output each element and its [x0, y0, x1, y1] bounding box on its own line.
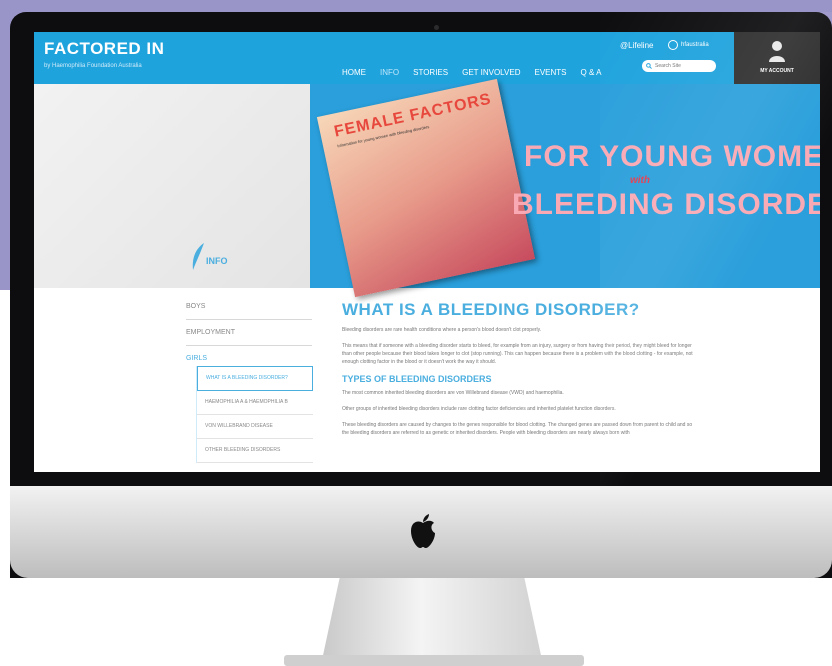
main-nav: HOME INFO STORIES GET INVOLVED EVENTS Q …: [342, 68, 601, 77]
hfa-link[interactable]: hfaustralia: [668, 40, 709, 50]
sidebar-item-employment[interactable]: EMPLOYMENT: [186, 320, 312, 346]
article-paragraph: Other groups of inherited bleeding disor…: [342, 406, 616, 412]
hero-headline-with: with: [630, 175, 650, 186]
hfa-logo-icon: [668, 40, 678, 50]
site-header: FACTORED IN by Haemophilia Foundation Au…: [34, 32, 820, 84]
subnav-item-other[interactable]: OTHER BLEEDING DISORDERS: [197, 439, 313, 463]
article-paragraph: This means that if someone with a bleedi…: [342, 343, 693, 365]
site-logo[interactable]: FACTORED IN: [44, 39, 164, 59]
sidebar-subnav: WHAT IS A BLEEDING DISORDER? HAEMOPHILIA…: [196, 366, 313, 463]
section-label: INFO: [206, 256, 228, 266]
search-box: [642, 60, 716, 72]
nav-events[interactable]: EVENTS: [534, 68, 566, 77]
lifeline-label: Lifeline: [628, 41, 654, 50]
sidebar-item-boys[interactable]: BOYS: [186, 294, 312, 320]
nav-qa[interactable]: Q & A: [581, 68, 602, 77]
monitor-stand: [322, 578, 542, 660]
site-tagline: by Haemophilia Foundation Australia: [44, 63, 142, 69]
hfa-label: hfaustralia: [681, 42, 709, 48]
hero-left-panel: [34, 84, 310, 288]
nav-info[interactable]: INFO: [380, 68, 399, 77]
feather-icon: [192, 243, 204, 270]
hero-headline-line1: FOR YOUNG WOMEN: [524, 140, 820, 173]
nav-home[interactable]: HOME: [342, 68, 366, 77]
article-paragraph: These bleeding disorders are caused by c…: [342, 422, 693, 436]
subnav-item-what-is[interactable]: WHAT IS A BLEEDING DISORDER?: [197, 366, 313, 391]
search-input[interactable]: [652, 61, 707, 71]
lifeline-link[interactable]: @Lifeline: [620, 41, 653, 50]
article-intro: Bleeding disorders are rare health condi…: [342, 327, 542, 333]
subnav-item-haemophilia[interactable]: HAEMOPHILIA A & HAEMOPHILIA B: [197, 391, 313, 415]
page-title: WHAT IS A BLEEDING DISORDER?: [342, 300, 640, 319]
monitor-stand-base: [284, 655, 584, 666]
user-avatar-icon: [769, 41, 785, 62]
website-screen: FACTORED IN by Haemophilia Foundation Au…: [34, 32, 820, 472]
nav-stories[interactable]: STORIES: [413, 68, 448, 77]
sidebar-nav: BOYS EMPLOYMENT GIRLS: [186, 294, 312, 371]
section-heading: TYPES OF BLEEDING DISORDERS: [342, 374, 492, 384]
apple-logo-icon: [411, 514, 435, 548]
subnav-item-vwd[interactable]: VON WILLEBRAND DISEASE: [197, 415, 313, 439]
account-label: MY ACCOUNT: [760, 68, 794, 74]
camera-icon: [434, 25, 439, 30]
article-content: WHAT IS A BLEEDING DISORDER? Bleeding di…: [342, 300, 698, 445]
account-button[interactable]: MY ACCOUNT: [734, 32, 820, 84]
magazine-cover-image: FEMALE FACTORS Information for young wom…: [316, 78, 536, 298]
nav-get-involved[interactable]: GET INVOLVED: [462, 68, 520, 77]
article-paragraph: The most common inherited bleeding disor…: [342, 390, 564, 396]
hero-headline-line2: BLEEDING DISORDERS: [512, 188, 820, 221]
